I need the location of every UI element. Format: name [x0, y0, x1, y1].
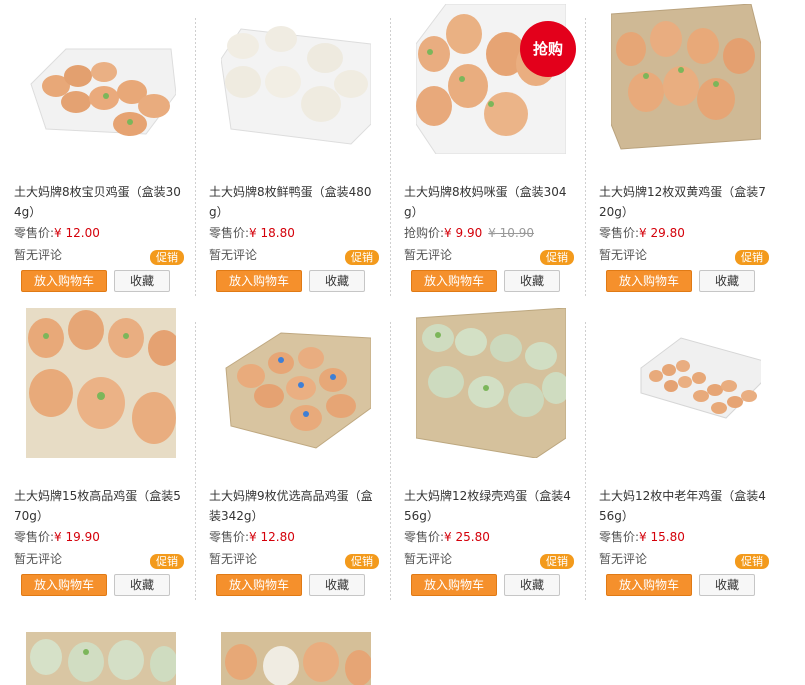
- product-image[interactable]: [611, 4, 761, 154]
- price: ¥ 12.80: [249, 530, 295, 544]
- product-image[interactable]: [221, 632, 371, 685]
- price: ¥ 25.80: [444, 530, 490, 544]
- flash-sale-badge: 抢购: [520, 21, 576, 77]
- product-image[interactable]: [416, 308, 566, 458]
- product-image[interactable]: [26, 4, 176, 154]
- review-count[interactable]: 暂无评论: [209, 246, 257, 264]
- product-card: [195, 628, 390, 685]
- price-row: 零售价:¥ 15.80: [599, 528, 685, 546]
- promo-badge: 促销: [540, 250, 574, 265]
- review-count[interactable]: 暂无评论: [14, 550, 62, 568]
- review-count[interactable]: 暂无评论: [404, 246, 452, 264]
- price-row: 零售价:¥ 18.80: [209, 224, 295, 242]
- price-label: 零售价:: [14, 226, 55, 240]
- add-to-cart-button[interactable]: 放入购物车: [216, 270, 302, 292]
- promo-badge: 促销: [345, 250, 379, 265]
- product-title[interactable]: 土大妈牌8枚鲜鸭蛋（盒装480g）: [209, 182, 381, 222]
- promo-badge: 促销: [540, 554, 574, 569]
- favorite-button[interactable]: 收藏: [114, 574, 170, 596]
- product-card: 土大妈牌12枚双黄鸡蛋（盒装720g） 零售价:¥ 29.80 暂无评论 促销 …: [585, 0, 780, 300]
- promo-badge: 促销: [150, 554, 184, 569]
- promo-badge: 促销: [735, 250, 769, 265]
- original-price: ¥ 10.90: [488, 226, 535, 240]
- price-label: 零售价:: [14, 530, 55, 544]
- promo-badge: 促销: [735, 554, 769, 569]
- favorite-button[interactable]: 收藏: [114, 270, 170, 292]
- product-title[interactable]: 土大妈牌8枚妈咪蛋（盒装304g）: [404, 182, 576, 222]
- favorite-button[interactable]: 收藏: [309, 574, 365, 596]
- favorite-button[interactable]: 收藏: [504, 270, 560, 292]
- product-card: 土大妈牌8枚鲜鸭蛋（盒装480g） 零售价:¥ 18.80 暂无评论 促销 放入…: [195, 0, 390, 300]
- product-card: [0, 628, 195, 685]
- review-count[interactable]: 暂无评论: [404, 550, 452, 568]
- review-count[interactable]: 暂无评论: [599, 550, 647, 568]
- product-image[interactable]: [26, 632, 176, 685]
- price-row: 零售价:¥ 12.00: [14, 224, 100, 242]
- promo-badge: 促销: [345, 554, 379, 569]
- price-row: 零售价:¥ 12.80: [209, 528, 295, 546]
- price: ¥ 29.80: [639, 226, 685, 240]
- promo-badge: 促销: [150, 250, 184, 265]
- review-count[interactable]: 暂无评论: [209, 550, 257, 568]
- product-card: 土大妈牌9枚优选高品鸡蛋（盒装342g） 零售价:¥ 12.80 暂无评论 促销…: [195, 304, 390, 604]
- product-title[interactable]: 土大妈牌8枚宝贝鸡蛋（盒装304g）: [14, 182, 186, 222]
- favorite-button[interactable]: 收藏: [309, 270, 365, 292]
- price-row: 零售价:¥ 25.80: [404, 528, 490, 546]
- flash-price: ¥ 9.90: [444, 226, 483, 240]
- add-to-cart-button[interactable]: 放入购物车: [606, 270, 692, 292]
- price-label: 零售价:: [599, 530, 640, 544]
- product-title[interactable]: 土大妈牌12枚绿壳鸡蛋（盒装456g）: [404, 486, 576, 526]
- add-to-cart-button[interactable]: 放入购物车: [21, 270, 107, 292]
- product-card: 土大妈牌8枚宝贝鸡蛋（盒装304g） 零售价:¥ 12.00 暂无评论 促销 放…: [0, 0, 195, 300]
- favorite-button[interactable]: 收藏: [699, 270, 755, 292]
- add-to-cart-button[interactable]: 放入购物车: [606, 574, 692, 596]
- product-image[interactable]: [26, 308, 176, 458]
- add-to-cart-button[interactable]: 放入购物车: [21, 574, 107, 596]
- add-to-cart-button[interactable]: 放入购物车: [411, 574, 497, 596]
- product-grid: 土大妈牌8枚宝贝鸡蛋（盒装304g） 零售价:¥ 12.00 暂无评论 促销 放…: [0, 0, 805, 685]
- product-image[interactable]: [221, 4, 371, 154]
- product-image[interactable]: [611, 308, 761, 458]
- price-label: 零售价:: [404, 530, 445, 544]
- price-row: 零售价:¥ 19.90: [14, 528, 100, 546]
- price-label: 零售价:: [599, 226, 640, 240]
- price: ¥ 15.80: [639, 530, 685, 544]
- product-card: 土大妈牌15枚高品鸡蛋（盒装570g） 零售价:¥ 19.90 暂无评论 促销 …: [0, 304, 195, 604]
- product-card: 土大妈牌12枚绿壳鸡蛋（盒装456g） 零售价:¥ 25.80 暂无评论 促销 …: [390, 304, 585, 604]
- price: ¥ 18.80: [249, 226, 295, 240]
- price-label: 零售价:: [209, 226, 250, 240]
- product-title[interactable]: 土大妈牌9枚优选高品鸡蛋（盒装342g）: [209, 486, 381, 526]
- price-label: 零售价:: [209, 530, 250, 544]
- review-count[interactable]: 暂无评论: [14, 246, 62, 264]
- add-to-cart-button[interactable]: 放入购物车: [411, 270, 497, 292]
- price-label: 抢购价:: [404, 226, 445, 240]
- add-to-cart-button[interactable]: 放入购物车: [216, 574, 302, 596]
- favorite-button[interactable]: 收藏: [699, 574, 755, 596]
- price: ¥ 19.90: [54, 530, 100, 544]
- product-title[interactable]: 土大妈12枚中老年鸡蛋（盒装456g）: [599, 486, 771, 526]
- price-row: 零售价:¥ 29.80: [599, 224, 685, 242]
- price: ¥ 12.00: [54, 226, 100, 240]
- favorite-button[interactable]: 收藏: [504, 574, 560, 596]
- product-title[interactable]: 土大妈牌12枚双黄鸡蛋（盒装720g）: [599, 182, 771, 222]
- product-card: 土大妈12枚中老年鸡蛋（盒装456g） 零售价:¥ 15.80 暂无评论 促销 …: [585, 304, 780, 604]
- review-count[interactable]: 暂无评论: [599, 246, 647, 264]
- product-title[interactable]: 土大妈牌15枚高品鸡蛋（盒装570g）: [14, 486, 186, 526]
- product-image[interactable]: [221, 308, 371, 458]
- price-row: 抢购价:¥ 9.90 ¥ 10.90: [404, 224, 534, 242]
